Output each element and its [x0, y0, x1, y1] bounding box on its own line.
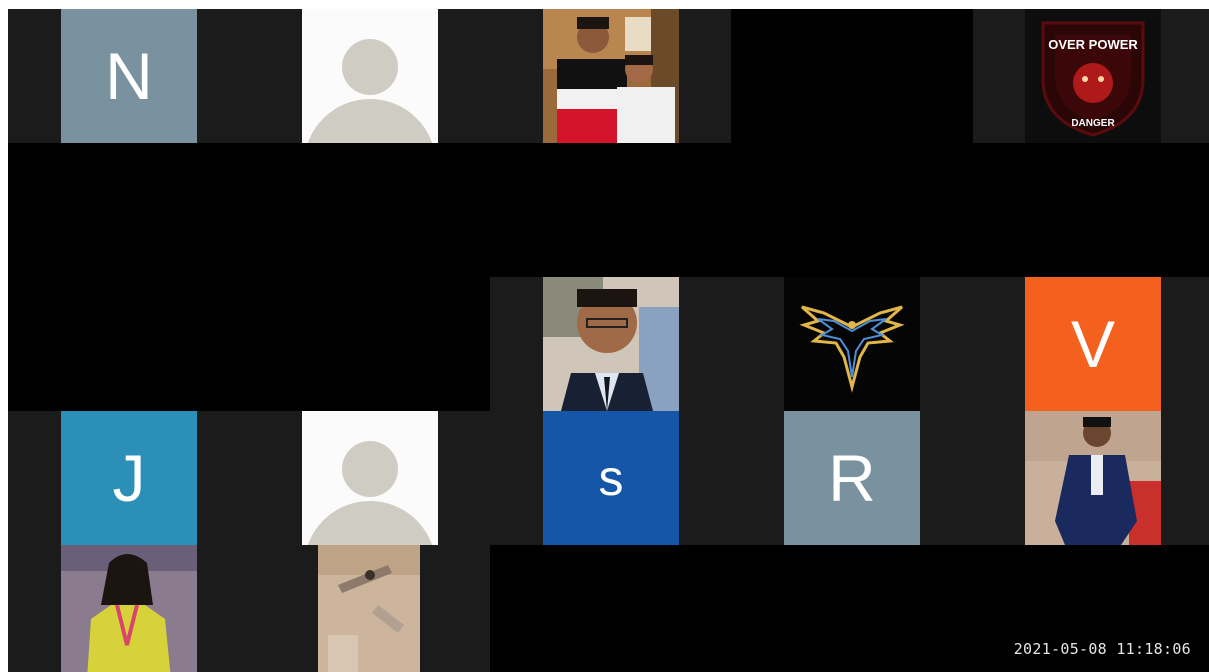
avatar-initial-r: R — [784, 411, 920, 545]
participant-cell-camera[interactable] — [250, 545, 490, 672]
default-avatar-icon — [302, 411, 438, 545]
participant-cell-woman[interactable] — [8, 545, 250, 672]
over-power-logo: OVER POWER DANGER — [1025, 9, 1161, 143]
man-photo — [543, 277, 679, 411]
over-power-text: OVER POWER — [1048, 37, 1138, 52]
avatar-letter: R — [828, 441, 876, 515]
avatar-initial-s: s — [543, 411, 679, 545]
woman-photo — [61, 545, 197, 672]
participant-cell-v[interactable]: V — [920, 277, 1209, 411]
avatar-letter: V — [1070, 307, 1116, 381]
man-suit-photo — [1025, 411, 1161, 545]
participant-cell-overpower[interactable]: OVER POWER DANGER — [973, 9, 1209, 143]
avatar-letter: J — [112, 441, 146, 515]
video-grid: N OVER POWER DANGER V J s R 2021-05-08 1… — [8, 9, 1209, 672]
participant-cell-s[interactable]: s — [493, 411, 731, 545]
default-avatar-icon — [302, 9, 438, 143]
danger-text: DANGER — [1071, 118, 1115, 129]
participant-cell-empty[interactable] — [731, 9, 973, 143]
participant-cell-default-2[interactable] — [250, 411, 493, 545]
participant-cell-man[interactable] — [490, 277, 784, 411]
participant-cell-default-1[interactable] — [250, 9, 493, 143]
phoenix-logo — [784, 277, 920, 411]
participant-cell-couple[interactable] — [493, 9, 731, 143]
couple-photo — [543, 9, 679, 143]
avatar-letter: N — [105, 39, 153, 113]
timestamp: 2021-05-08 11:18:06 — [1013, 640, 1191, 658]
participant-cell-j[interactable]: J — [8, 411, 250, 545]
participant-cell-phoenix[interactable] — [784, 277, 920, 411]
participant-cell-r[interactable]: R — [731, 411, 973, 545]
avatar-initial-v: V — [1025, 277, 1161, 411]
avatar-initial-j: J — [61, 411, 197, 545]
avatar-initial-n: N — [61, 9, 197, 143]
avatar-letter: s — [598, 450, 624, 506]
participant-cell-n[interactable]: N — [8, 9, 250, 143]
room-photo — [318, 545, 420, 672]
participant-cell-suit[interactable] — [973, 411, 1209, 545]
